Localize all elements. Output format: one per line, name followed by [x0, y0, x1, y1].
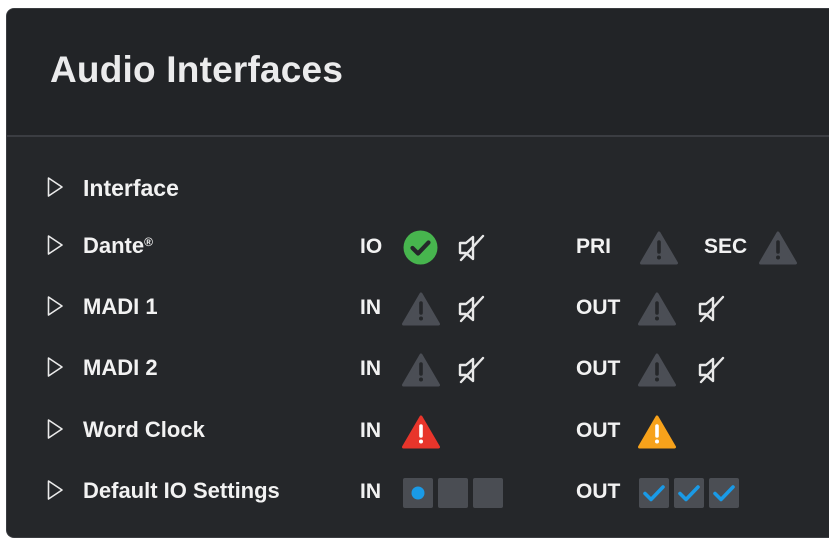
- registered-mark: ®: [144, 235, 153, 249]
- checkmark-icon: [643, 485, 665, 502]
- radio-dot-icon: [411, 486, 425, 500]
- out-option-checkbox[interactable]: [674, 478, 704, 508]
- panel-title: Audio Interfaces: [50, 49, 344, 90]
- speaker-muted-icon: [458, 295, 485, 323]
- interface-row-name: Dante®: [83, 233, 153, 258]
- sec-label: SEC: [704, 235, 748, 258]
- out-option-checkbox[interactable]: [639, 478, 669, 508]
- io-label: IO: [360, 235, 383, 258]
- out-label: OUT: [576, 357, 621, 380]
- interface-header-row[interactable]: Interface: [7, 169, 829, 209]
- out-option-checkbox[interactable]: [709, 478, 739, 508]
- expand-triangle-icon[interactable]: [47, 356, 64, 378]
- speaker-muted-icon: [458, 234, 485, 262]
- speaker-muted-icon: [458, 356, 485, 384]
- in-option-radio-selected[interactable]: [403, 478, 433, 508]
- expand-triangle-icon[interactable]: [47, 418, 64, 440]
- speaker-muted-icon: [698, 356, 725, 384]
- out-label: OUT: [576, 296, 621, 319]
- out-label: OUT: [576, 419, 621, 442]
- warning-icon: [640, 231, 678, 265]
- interface-row-madi-2[interactable]: MADI 2 IN OUT: [7, 349, 829, 389]
- in-label: IN: [360, 296, 381, 319]
- in-label: IN: [360, 357, 381, 380]
- pri-label: PRI: [576, 235, 612, 258]
- expand-triangle-icon[interactable]: [47, 176, 64, 198]
- in-option-radio[interactable]: [438, 478, 468, 508]
- check-circle-icon: [403, 230, 438, 265]
- in-label: IN: [360, 419, 381, 442]
- interface-row-dante[interactable]: Dante® IO PRI SEC: [7, 227, 829, 267]
- interface-row-name: Default IO Settings: [83, 478, 280, 503]
- warning-icon: [402, 353, 440, 387]
- interface-row-name: MADI 2: [83, 355, 158, 380]
- warning-icon: [638, 353, 676, 387]
- speaker-muted-icon: [698, 295, 725, 323]
- expand-triangle-icon[interactable]: [47, 234, 64, 256]
- out-label: OUT: [576, 480, 621, 503]
- warning-orange-icon: [638, 415, 676, 449]
- checkmark-icon: [678, 485, 700, 502]
- in-option-radio[interactable]: [473, 478, 503, 508]
- in-label: IN: [360, 480, 381, 503]
- checkmark-icon: [713, 485, 735, 502]
- error-warning-icon: [402, 415, 440, 449]
- interface-row-name: MADI 1: [83, 294, 158, 319]
- interface-row-default-io-settings[interactable]: Default IO Settings IN OUT: [7, 472, 829, 512]
- warning-icon: [759, 231, 797, 265]
- expand-triangle-icon[interactable]: [47, 295, 64, 317]
- interface-row-word-clock[interactable]: Word Clock IN OUT: [7, 411, 829, 451]
- interface-row-name: Word Clock: [83, 417, 205, 442]
- interface-header-label: Interface: [83, 175, 179, 201]
- panel-header: Audio Interfaces: [7, 9, 829, 137]
- warning-icon: [402, 292, 440, 326]
- interface-row-madi-1[interactable]: MADI 1 IN OUT: [7, 288, 829, 328]
- audio-interfaces-panel: Audio Interfaces Interface Dante® IO PRI…: [6, 8, 829, 538]
- expand-triangle-icon[interactable]: [47, 479, 64, 501]
- warning-icon: [638, 292, 676, 326]
